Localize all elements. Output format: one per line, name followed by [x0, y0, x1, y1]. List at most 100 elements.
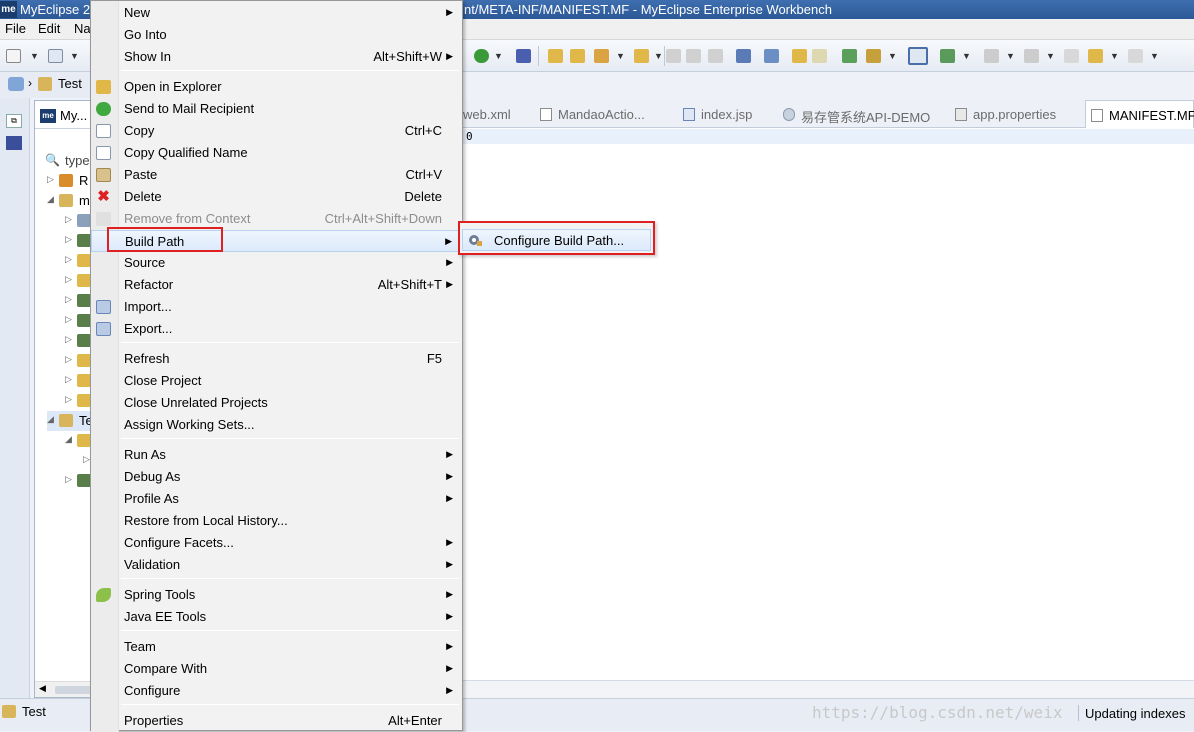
- menu-edit[interactable]: Edit: [38, 21, 60, 36]
- horizontal-scrollbar[interactable]: ◀: [35, 681, 92, 697]
- filter-input[interactable]: type: [65, 153, 90, 168]
- menu-item-show-in[interactable]: Show In Alt+Shift+W ▶: [91, 46, 462, 68]
- block-select-icon[interactable]: [686, 49, 701, 63]
- tree-row[interactable]: ◢: [65, 431, 92, 451]
- scroll-thumb[interactable]: [55, 686, 92, 694]
- menu-item-run-as[interactable]: Run As ▶: [91, 444, 462, 466]
- debug-config-icon[interactable]: [842, 49, 857, 63]
- expand-icon[interactable]: ▷: [65, 214, 72, 225]
- run-icon[interactable]: [474, 49, 489, 63]
- chevron-down-icon[interactable]: ▼: [494, 51, 503, 61]
- tree-row-selected[interactable]: ◢ Te: [47, 411, 93, 431]
- chevron-down-icon[interactable]: ▼: [616, 51, 625, 61]
- editor-area[interactable]: [463, 128, 1194, 680]
- chevron-down-icon[interactable]: ▼: [1150, 51, 1159, 61]
- chevron-down-icon[interactable]: ▼: [888, 51, 897, 61]
- tab-app-properties[interactable]: app.properties: [955, 100, 1075, 128]
- menu-item-copy[interactable]: Copy Ctrl+C: [91, 120, 462, 142]
- expand-icon[interactable]: ▷: [65, 394, 72, 405]
- next-annotation-icon[interactable]: [984, 49, 999, 63]
- collapse-icon[interactable]: ◢: [47, 414, 54, 425]
- menu-item-configure-build-path[interactable]: Configure Build Path...: [462, 229, 651, 251]
- menu-navigate[interactable]: Na: [74, 21, 91, 36]
- menu-item-delete[interactable]: ✖ Delete Delete: [91, 186, 462, 208]
- menu-item-import[interactable]: Import...: [91, 296, 462, 318]
- expand-icon[interactable]: ▷: [65, 274, 72, 285]
- layout-icon[interactable]: [940, 49, 955, 63]
- chevron-down-icon[interactable]: ▼: [1006, 51, 1015, 61]
- menu-item-profile-as[interactable]: Profile As ▶: [91, 488, 462, 510]
- chevron-down-icon[interactable]: ▼: [70, 51, 79, 61]
- tab-manifest-mf[interactable]: MANIFEST.MF: [1085, 100, 1194, 128]
- menu-item-refactor[interactable]: Refactor Alt+Shift+T ▶: [91, 274, 462, 296]
- open-folder-icon[interactable]: [548, 49, 563, 63]
- tree-row[interactable]: ▷: [65, 291, 92, 311]
- menu-item-restore-local-history[interactable]: Restore from Local History...: [91, 510, 462, 532]
- collapse-icon[interactable]: ◢: [65, 434, 72, 445]
- expand-icon[interactable]: ▷: [65, 254, 72, 265]
- menu-item-java-ee-tools[interactable]: Java EE Tools ▶: [91, 606, 462, 628]
- wizard-icon[interactable]: [594, 49, 609, 63]
- open-type-icon[interactable]: [570, 49, 585, 63]
- scroll-left-icon[interactable]: ◀: [39, 683, 46, 694]
- tree-row[interactable]: ▷: [65, 331, 92, 351]
- menu-item-send-to-mail[interactable]: Send to Mail Recipient: [91, 98, 462, 120]
- previous-annotation-icon[interactable]: [1024, 49, 1039, 63]
- new-file-icon[interactable]: [6, 49, 21, 63]
- tree-row[interactable]: ▷: [65, 311, 92, 331]
- explorer-tab[interactable]: me My...: [35, 101, 92, 129]
- tree-row[interactable]: ▷: [65, 231, 92, 251]
- chevron-down-icon[interactable]: ▼: [1046, 51, 1055, 61]
- chevron-down-icon[interactable]: ▼: [1110, 51, 1119, 61]
- forward-history-icon[interactable]: [812, 49, 827, 63]
- menu-item-compare-with[interactable]: Compare With ▶: [91, 658, 462, 680]
- breadcrumb-project[interactable]: Test: [58, 76, 82, 91]
- menu-item-paste[interactable]: Paste Ctrl+V: [91, 164, 462, 186]
- expand-icon[interactable]: ▷: [65, 374, 72, 385]
- back-icon[interactable]: [1088, 49, 1103, 63]
- tree-row[interactable]: ▷: [65, 471, 92, 491]
- tree-row[interactable]: ◢ m: [47, 191, 92, 211]
- perspective-icon[interactable]: [6, 136, 22, 150]
- tab-api-demo[interactable]: 易存管系统API-DEMO: [783, 100, 948, 128]
- menu-item-team[interactable]: Team ▶: [91, 636, 462, 658]
- menu-item-assign-working-sets[interactable]: Assign Working Sets...: [91, 414, 462, 436]
- last-edit-icon[interactable]: [1064, 49, 1079, 63]
- menu-item-properties[interactable]: Properties Alt+Enter: [91, 710, 462, 732]
- tab-index-jsp[interactable]: index.jsp: [683, 100, 768, 128]
- chevron-down-icon[interactable]: ▼: [962, 51, 971, 61]
- menu-item-new[interactable]: New ▶: [91, 2, 462, 24]
- tree-row[interactable]: ▷: [65, 351, 92, 371]
- menu-item-close-project[interactable]: Close Project: [91, 370, 462, 392]
- toggle-breadcrumb-icon[interactable]: [908, 47, 928, 65]
- collapse-icon[interactable]: ◢: [47, 194, 54, 205]
- server-icon[interactable]: [516, 49, 531, 63]
- tree-row[interactable]: ▷: [65, 211, 92, 231]
- menu-item-spring-tools[interactable]: Spring Tools ▶: [91, 584, 462, 606]
- search-icon[interactable]: [634, 49, 649, 63]
- workspace-icon[interactable]: [8, 77, 24, 91]
- menu-item-debug-as[interactable]: Debug As ▶: [91, 466, 462, 488]
- menu-file[interactable]: File: [5, 21, 26, 36]
- forward-icon[interactable]: [1128, 49, 1143, 63]
- tab-mandao-action[interactable]: MandaoActio...: [540, 100, 670, 128]
- console-icon[interactable]: [736, 49, 751, 63]
- menu-item-copy-qualified-name[interactable]: Copy Qualified Name: [91, 142, 462, 164]
- expand-icon[interactable]: ▷: [65, 314, 72, 325]
- expand-icon[interactable]: ▷: [65, 334, 72, 345]
- back-history-icon[interactable]: [792, 49, 807, 63]
- pin-icon[interactable]: [764, 49, 779, 63]
- chevron-right-icon[interactable]: ›: [28, 76, 32, 90]
- chevron-down-icon[interactable]: ▼: [30, 51, 39, 61]
- menu-item-export[interactable]: Export...: [91, 318, 462, 340]
- menu-item-validation[interactable]: Validation ▶: [91, 554, 462, 576]
- chevron-down-icon[interactable]: ▼: [654, 51, 663, 61]
- tab-web-xml[interactable]: web.xml: [463, 100, 533, 128]
- expand-icon[interactable]: ▷: [65, 354, 72, 365]
- menu-item-open-in-explorer[interactable]: Open in Explorer: [91, 76, 462, 98]
- menu-item-source[interactable]: Source ▶: [91, 252, 462, 274]
- tree-row[interactable]: ▷: [65, 371, 92, 391]
- restore-icon[interactable]: ⧉: [6, 114, 22, 128]
- expand-icon[interactable]: ▷: [65, 234, 72, 245]
- menu-item-configure-facets[interactable]: Configure Facets... ▶: [91, 532, 462, 554]
